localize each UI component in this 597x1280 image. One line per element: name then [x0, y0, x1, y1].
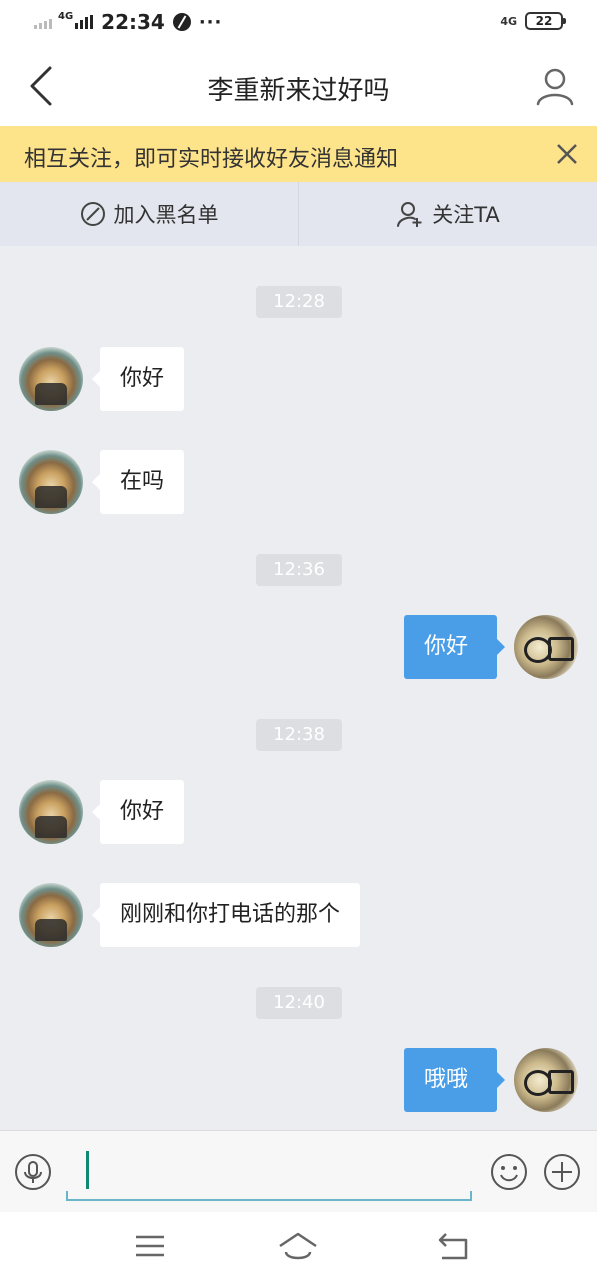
leaf-icon [172, 13, 191, 31]
plus-circle-icon [544, 1154, 580, 1190]
notice-text: 相互关注，即可实时接收好友消息通知 [24, 147, 399, 172]
timestamp: 12:28 [256, 286, 342, 318]
profile-button[interactable] [535, 66, 575, 106]
home-icon [279, 1232, 317, 1260]
page-title: 李重新来过好吗 [207, 76, 390, 106]
contact-avatar[interactable] [19, 883, 83, 947]
input-bar [0, 1130, 597, 1212]
timestamp: 12:40 [256, 987, 342, 1019]
home-button[interactable] [278, 1230, 318, 1264]
message-bubble-incoming[interactable]: 你好 [91, 347, 185, 411]
chat-header: 李重新来过好吗 [0, 46, 597, 126]
contact-avatar[interactable] [19, 450, 83, 514]
clock: 22:34 [101, 10, 165, 34]
message-bubble-outgoing[interactable]: 哦哦 [404, 1048, 505, 1112]
back-icon [438, 1233, 468, 1260]
menu-icon [136, 1235, 164, 1257]
close-icon [557, 144, 577, 164]
message-bubble-incoming[interactable]: 在吗 [91, 450, 185, 514]
close-notice-button[interactable] [553, 140, 581, 168]
text-caret [86, 1151, 89, 1189]
person-icon [536, 68, 574, 106]
voice-button[interactable] [14, 1153, 52, 1191]
back-nav-button[interactable] [436, 1230, 476, 1264]
signal-strong-icon [75, 15, 94, 29]
timestamp: 12:38 [256, 719, 342, 751]
smiley-icon [491, 1154, 527, 1190]
menu-button[interactable] [130, 1230, 170, 1264]
add-user-icon [397, 202, 422, 227]
emoji-button[interactable] [490, 1153, 528, 1191]
message-bubble-incoming[interactable]: 你好 [91, 780, 185, 844]
my-avatar[interactable] [514, 615, 578, 679]
system-navigation-bar [0, 1212, 597, 1280]
follow-button[interactable]: 关注TA [299, 182, 597, 246]
contact-avatar[interactable] [19, 780, 83, 844]
follow-label: 关注TA [432, 203, 500, 227]
status-bar: 4G 22:34 ··· 4G 22 [0, 0, 597, 46]
action-row: 加入黑名单 关注TA [0, 182, 597, 246]
timestamp: 12:36 [256, 554, 342, 586]
ban-icon [80, 202, 105, 226]
follow-notice-banner: 相互关注，即可实时接收好友消息通知 [0, 126, 597, 182]
blacklist-label: 加入黑名单 [113, 203, 219, 227]
message-bubble-incoming[interactable]: 刚刚和你打电话的那个 [91, 883, 361, 947]
contact-avatar[interactable] [19, 347, 83, 411]
battery-icon: 22 [525, 12, 566, 30]
more-notifications-icon: ··· [198, 11, 223, 33]
my-avatar[interactable] [514, 1048, 578, 1112]
message-bubble-outgoing[interactable]: 你好 [404, 615, 505, 679]
microphone-icon [15, 1154, 51, 1190]
blacklist-button[interactable]: 加入黑名单 [0, 182, 298, 246]
signal-weak-icon [34, 15, 52, 29]
more-button[interactable] [543, 1153, 581, 1191]
message-input[interactable] [66, 1149, 472, 1201]
network-type-right: 4G [500, 14, 517, 28]
network-type: 4G [58, 10, 74, 22]
